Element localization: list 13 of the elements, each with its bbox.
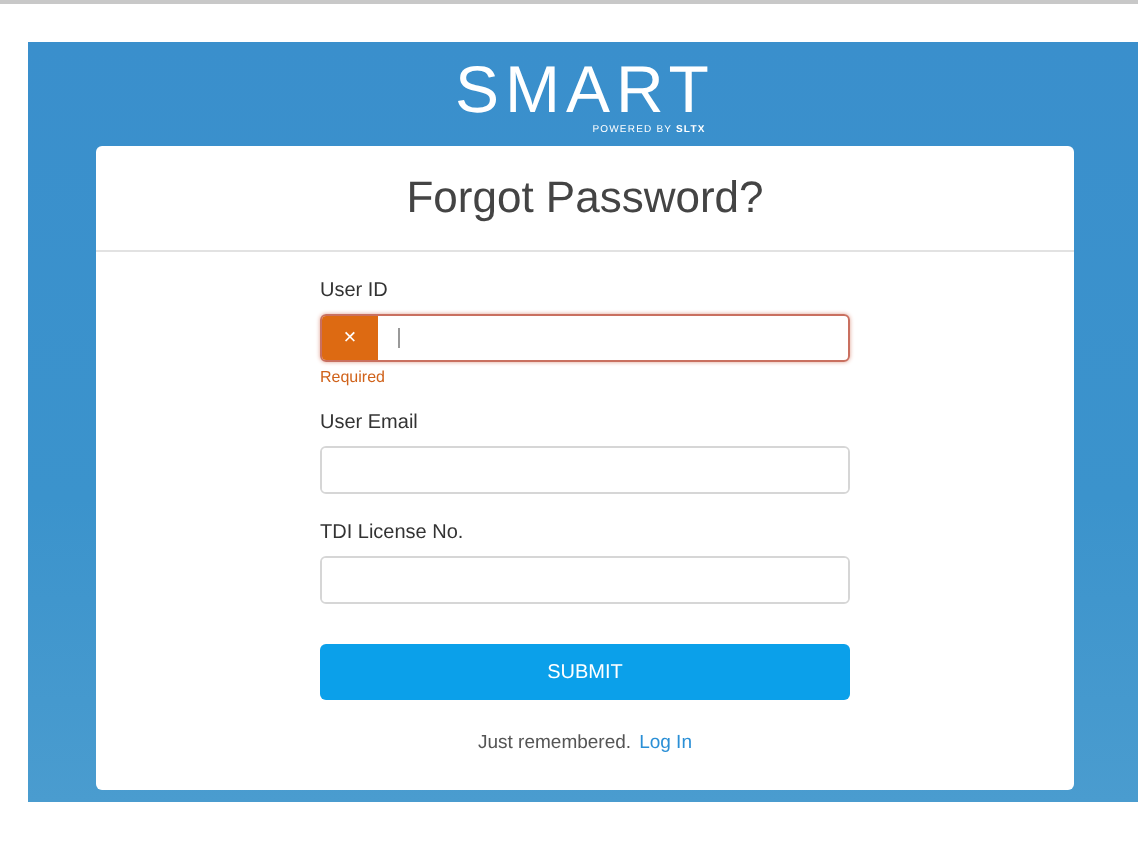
logo-wordmark: SMART — [455, 58, 715, 122]
page-title: Forgot Password? — [406, 172, 764, 224]
login-link[interactable]: Log In — [639, 732, 692, 754]
field-label: User ID — [320, 280, 390, 302]
field-label: User Email — [320, 412, 420, 434]
field-label: TDI License No. — [320, 522, 466, 544]
error-icon: × — [322, 316, 378, 360]
error-message: Required — [320, 368, 387, 386]
input-field[interactable]: × — [320, 314, 850, 362]
footer-text: Just remembered. — [478, 732, 632, 754]
input-field[interactable] — [320, 446, 850, 494]
submit-button[interactable]: SUBMIT — [320, 644, 850, 700]
input-field[interactable] — [320, 556, 850, 604]
